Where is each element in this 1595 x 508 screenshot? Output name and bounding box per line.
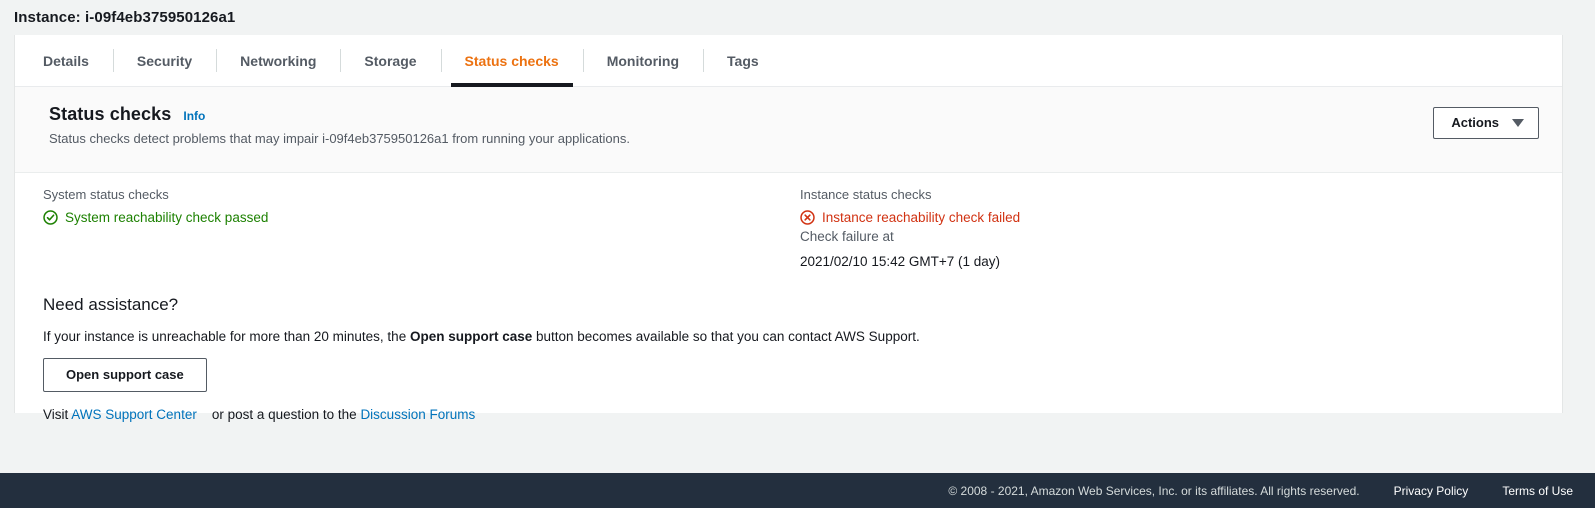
system-status-result-row: System reachability check passed xyxy=(43,210,793,225)
paragraph-bold: Open support case xyxy=(409,329,533,344)
tab-networking[interactable]: Networking xyxy=(216,35,340,86)
status-checks-card-header: Status checks Info Status checks detect … xyxy=(15,87,1562,173)
tab-status-checks[interactable]: Status checks xyxy=(440,35,583,87)
instance-status-label: Instance status checks xyxy=(800,187,932,202)
content-shell: Details Security Networking Storage Stat… xyxy=(14,35,1563,422)
aws-support-center-link[interactable]: AWS Support Center xyxy=(71,407,197,422)
check-failure-label: Check failure at xyxy=(800,229,894,244)
actions-wrapper: Actions xyxy=(1433,104,1562,139)
card-header-text: Status checks Info Status checks detect … xyxy=(49,104,1433,146)
tab-label: Storage xyxy=(364,52,417,69)
tab-label: Tags xyxy=(727,52,759,69)
page-footer: © 2008 - 2021, Amazon Web Services, Inc.… xyxy=(0,473,1595,508)
discussion-forums-link[interactable]: Discussion Forums xyxy=(360,407,475,422)
actions-button[interactable]: Actions xyxy=(1433,107,1539,139)
card-title: Status checks xyxy=(49,104,172,124)
instance-status-result: Instance reachability check failed xyxy=(822,210,1021,225)
tab-label: Status checks xyxy=(464,52,559,69)
tab-label: Monitoring xyxy=(606,52,680,69)
open-support-case-button[interactable]: Open support case xyxy=(43,358,207,392)
tab-label: Security xyxy=(136,52,193,69)
instance-status-result-row: Instance reachability check failed xyxy=(800,210,1020,225)
tab-tags[interactable]: Tags xyxy=(703,35,783,86)
visit-links-line: Visit AWS Support Center or post a questi… xyxy=(43,407,1562,422)
tab-details[interactable]: Details xyxy=(19,35,113,86)
instance-status-column: Instance status checks Instance reachabi… xyxy=(793,187,1020,269)
need-assistance-paragraph: If your instance is unreachable for more… xyxy=(43,329,1562,344)
terms-of-use-link[interactable]: Terms of Use xyxy=(1502,484,1573,498)
system-status-result: System reachability check passed xyxy=(65,210,269,225)
error-circle-icon xyxy=(800,210,815,225)
check-circle-icon xyxy=(43,210,58,225)
system-status-label: System status checks xyxy=(43,187,169,202)
paragraph-after: button becomes available so that you can… xyxy=(532,329,920,344)
footer-copyright: © 2008 - 2021, Amazon Web Services, Inc.… xyxy=(948,483,1360,498)
visit-prefix: Visit xyxy=(43,407,72,422)
card-title-row: Status checks Info xyxy=(49,104,1433,125)
check-failure-time: 2021/02/10 15:42 GMT+7 (1 day) xyxy=(800,254,1001,269)
tab-bar: Details Security Networking Storage Stat… xyxy=(15,35,1562,87)
privacy-policy-link[interactable]: Privacy Policy xyxy=(1394,484,1469,498)
tab-label: Details xyxy=(43,52,89,69)
actions-button-label: Actions xyxy=(1451,115,1499,130)
chevron-down-icon xyxy=(1512,119,1524,127)
status-columns: System status checks System reachability… xyxy=(15,173,1562,269)
need-assistance-title: Need assistance? xyxy=(43,295,179,314)
tab-storage[interactable]: Storage xyxy=(340,35,440,86)
need-assistance-section: Need assistance? If your instance is unr… xyxy=(15,269,1562,422)
tab-label: Networking xyxy=(240,52,317,69)
system-status-column: System status checks System reachability… xyxy=(15,187,793,269)
tab-security[interactable]: Security xyxy=(112,35,216,86)
paragraph-before: If your instance is unreachable for more… xyxy=(43,329,410,344)
info-link[interactable]: Info xyxy=(183,109,205,123)
tab-monitoring[interactable]: Monitoring xyxy=(582,35,703,86)
page-title: Instance: i-09f4eb375950126a1 xyxy=(14,9,236,26)
card-description: Status checks detect problems that may i… xyxy=(49,131,630,146)
visit-middle: or post a question to the xyxy=(211,407,361,422)
